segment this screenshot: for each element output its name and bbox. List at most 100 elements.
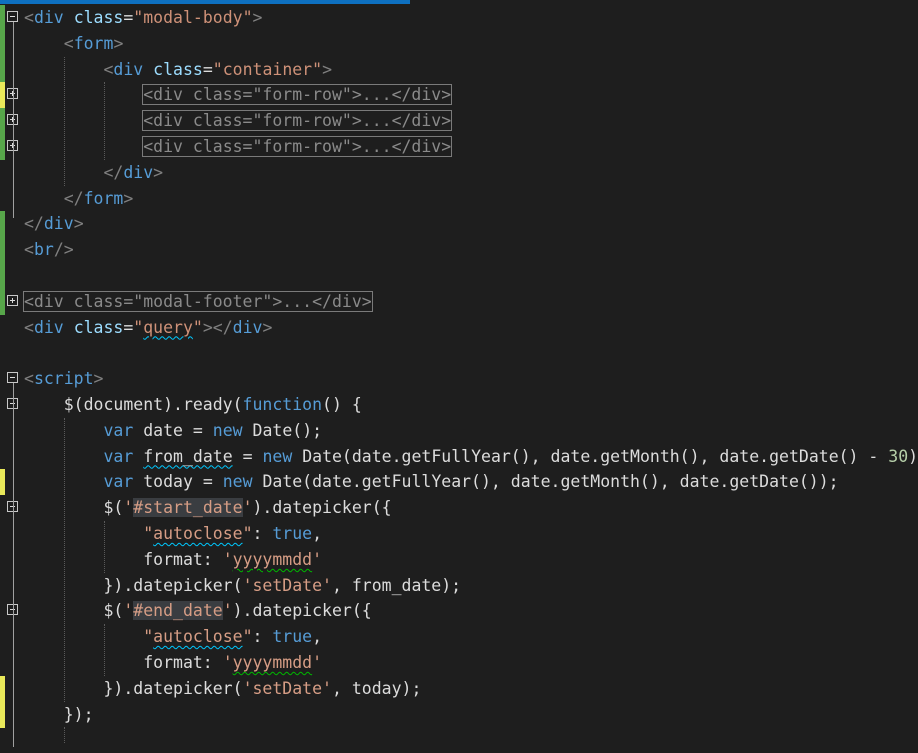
code-line[interactable]: format: 'yyyymmdd' — [0, 547, 918, 573]
code-token: " — [133, 317, 144, 337]
code-token: </ — [103, 162, 124, 182]
code-token: = — [232, 446, 263, 466]
code-token: true — [272, 524, 313, 543]
code-line[interactable]: <script> — [0, 366, 918, 392]
collapsed-region[interactable]: <div class="form-row">...</div> — [142, 84, 453, 106]
code-token: #start_date — [133, 498, 243, 518]
code-token: date = — [133, 420, 213, 440]
code-token: 30 — [888, 446, 909, 466]
collapse-region-icon[interactable] — [7, 11, 18, 22]
code-editor[interactable]: <div class="modal-body"> <form> <div cla… — [0, 4, 918, 748]
code-line[interactable] — [0, 727, 918, 753]
code-line[interactable]: "autoclose": true, — [0, 624, 918, 650]
code-line[interactable]: <form> — [0, 30, 918, 57]
code-text: "autoclose": true, — [24, 624, 322, 650]
code-text: </div> — [24, 160, 163, 186]
code-text: }).datepicker('setDate', from_date); — [24, 573, 461, 599]
code-text: var date = new Date(); — [24, 418, 322, 444]
fold-region-line — [13, 22, 14, 219]
code-text: format: 'yyyymmdd' — [24, 547, 322, 573]
indent-guide — [103, 624, 105, 676]
unsaved-change-marker — [0, 701, 5, 728]
code-line[interactable]: </form> — [0, 186, 918, 212]
code-text: "autoclose": true, — [24, 521, 322, 547]
code-token: }). — [24, 575, 134, 595]
collapsed-region[interactable]: <div class="form-row">...</div> — [142, 136, 453, 157]
code-token: < — [103, 59, 114, 79]
code-text: </form> — [24, 186, 134, 212]
code-line[interactable]: </div> — [0, 160, 918, 186]
code-line[interactable]: var today = new Date(date.getFullYear(),… — [0, 469, 918, 496]
code-token: new — [222, 472, 253, 492]
code-line[interactable] — [0, 340, 918, 366]
fold-region-line — [13, 383, 14, 748]
code-line[interactable]: $('#start_date').datepicker({ — [0, 495, 918, 521]
code-line[interactable]: $(document).ready(function() { — [0, 392, 918, 418]
code-token: " — [143, 524, 154, 543]
code-token: > — [113, 33, 124, 53]
indent-guide — [103, 82, 105, 160]
code-line[interactable] — [0, 263, 918, 289]
saved-change-marker — [0, 30, 5, 57]
code-line[interactable]: <div class="query"></div> — [0, 315, 918, 341]
code-token: $(document).ready( — [24, 395, 243, 414]
code-token: ' — [123, 601, 134, 621]
code-token: query — [143, 317, 193, 337]
code-line[interactable]: </div> — [0, 211, 918, 238]
code-line[interactable]: <div class="modal-body"> — [0, 5, 918, 31]
code-token: < — [24, 369, 34, 389]
code-token: $( — [24, 601, 124, 621]
saved-change-marker — [0, 263, 5, 289]
code-token: </ — [24, 214, 44, 234]
code-token: ).datepicker({ — [232, 601, 372, 621]
code-line[interactable]: <br/> — [0, 237, 918, 264]
unsaved-change-marker — [0, 675, 5, 702]
code-line[interactable]: "autoclose": true, — [0, 521, 918, 547]
code-line[interactable]: <div class="modal-footer">...</div> — [0, 288, 918, 315]
code-token: ' — [123, 498, 134, 518]
code-line[interactable]: <div class="form-row">...</div> — [0, 82, 918, 109]
code-line[interactable]: }).datepicker('setDate', today); — [0, 675, 918, 702]
code-token: function — [242, 395, 323, 414]
code-token: yyyymmdd — [232, 549, 313, 569]
code-token: " — [192, 317, 203, 337]
code-token: from_date — [143, 446, 233, 466]
code-token: div — [232, 317, 263, 337]
code-token: }); — [24, 704, 94, 724]
code-text: }); — [24, 702, 94, 728]
saved-change-marker — [0, 5, 5, 31]
collapsed-region[interactable]: <div class="form-row">...</div> — [142, 110, 453, 132]
code-token: = — [123, 317, 134, 337]
code-token: class — [73, 317, 124, 337]
code-line[interactable]: var from_date = new Date(date.getFullYea… — [0, 444, 918, 470]
code-text: <br/> — [24, 237, 74, 263]
collapse-region-icon[interactable] — [7, 372, 18, 384]
code-token: < — [24, 8, 34, 27]
code-token: datepicker( — [133, 575, 243, 595]
code-token: > — [93, 369, 104, 389]
code-token: div — [33, 317, 64, 337]
code-token: var — [103, 420, 134, 440]
code-token: ' — [312, 653, 323, 672]
code-text: format: 'yyyymmdd' — [24, 650, 322, 676]
code-line[interactable]: <div class="container"> — [0, 56, 918, 83]
code-text: <div class="form-row">...</div> — [24, 108, 453, 134]
code-text: var from_date = new Date(date.getFullYea… — [24, 444, 918, 470]
code-line[interactable]: <div class="form-row">...</div> — [0, 134, 918, 160]
code-line[interactable]: var date = new Date(); — [0, 418, 918, 444]
expand-region-icon[interactable] — [7, 294, 18, 306]
code-line[interactable]: <div class="form-row">...</div> — [0, 108, 918, 135]
code-token: "modal-body" — [133, 8, 253, 27]
code-line[interactable]: }); — [0, 701, 918, 728]
code-line[interactable]: $('#end_date').datepicker({ — [0, 598, 918, 624]
collapsed-region[interactable]: <div class="modal-footer">...</div> — [23, 290, 373, 312]
code-token: datepicker( — [133, 678, 243, 698]
code-line[interactable]: format: 'yyyymmdd' — [0, 650, 918, 676]
saved-change-marker — [0, 134, 5, 160]
code-line[interactable]: }).datepicker('setDate', from_date); — [0, 573, 918, 599]
